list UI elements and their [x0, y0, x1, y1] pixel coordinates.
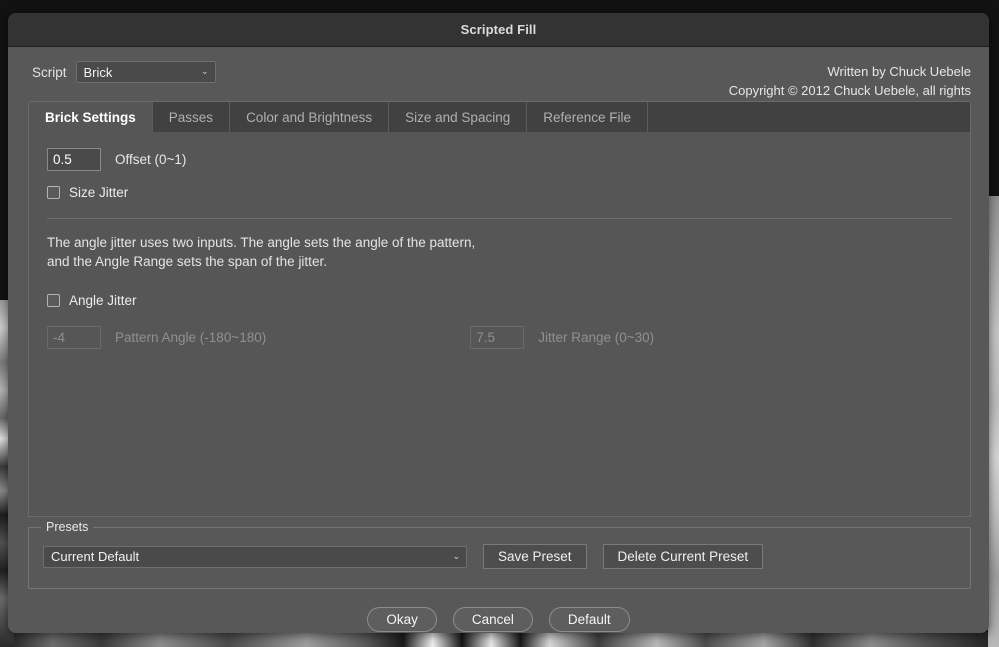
credit-copyright-line: Copyright © 2012 Chuck Uebele, all right…: [729, 81, 971, 100]
tab-size-and-spacing[interactable]: Size and Spacing: [389, 102, 527, 132]
tab-brick-settings[interactable]: Brick Settings: [29, 102, 153, 132]
presets-row: Current Default ⌄ Save Preset Delete Cur…: [43, 544, 956, 569]
angle-inputs-row: Pattern Angle (-180~180) Jitter Range (0…: [47, 326, 952, 349]
section-separator: [47, 218, 952, 219]
brick-settings-panel: Offset (0~1) Size Jitter The angle jitte…: [28, 132, 971, 517]
dialog-title: Scripted Fill: [461, 22, 537, 37]
jitter-range-label: Jitter Range (0~30): [538, 330, 654, 345]
okay-button[interactable]: Okay: [367, 607, 437, 632]
presets-fieldset: Presets Current Default ⌄ Save Preset De…: [28, 527, 971, 589]
jitter-range-group: Jitter Range (0~30): [470, 326, 654, 349]
tab-label: Passes: [169, 110, 213, 125]
script-select-wrapper: Brick ⌄: [76, 61, 216, 83]
save-preset-button[interactable]: Save Preset: [483, 544, 587, 569]
angle-jitter-checkbox[interactable]: [47, 294, 60, 307]
tab-label: Reference File: [543, 110, 631, 125]
pattern-angle-group: Pattern Angle (-180~180): [47, 326, 266, 349]
background-photo-bottom-strip: [14, 632, 988, 647]
tab-label: Color and Brightness: [246, 110, 372, 125]
offset-field-row: Offset (0~1): [47, 148, 952, 171]
offset-input[interactable]: [47, 148, 101, 171]
angle-jitter-row[interactable]: Angle Jitter: [47, 293, 952, 308]
presets-legend: Presets: [41, 520, 93, 534]
jitter-range-input[interactable]: [470, 326, 524, 349]
tab-strip-filler: [648, 102, 970, 132]
script-selector-group: Script Brick ⌄: [32, 61, 216, 83]
preset-select[interactable]: Current Default: [43, 546, 467, 568]
offset-label: Offset (0~1): [115, 152, 186, 167]
pattern-angle-input[interactable]: [47, 326, 101, 349]
default-button[interactable]: Default: [549, 607, 630, 632]
tab-label: Size and Spacing: [405, 110, 510, 125]
background-photo-right-strip: [988, 196, 999, 647]
header-row: Script Brick ⌄ Written by Chuck Uebele C…: [8, 47, 989, 93]
pattern-angle-label: Pattern Angle (-180~180): [115, 330, 266, 345]
tab-color-and-brightness[interactable]: Color and Brightness: [230, 102, 389, 132]
script-label: Script: [32, 65, 67, 80]
angle-jitter-label: Angle Jitter: [69, 293, 137, 308]
size-jitter-checkbox[interactable]: [47, 186, 60, 199]
dialog-body: Script Brick ⌄ Written by Chuck Uebele C…: [8, 47, 989, 633]
delete-current-preset-button[interactable]: Delete Current Preset: [603, 544, 764, 569]
preset-select-wrapper: Current Default ⌄: [43, 546, 467, 568]
angle-jitter-help-text: The angle jitter uses two inputs. The an…: [47, 233, 952, 271]
size-jitter-label: Size Jitter: [69, 185, 128, 200]
cancel-button[interactable]: Cancel: [453, 607, 533, 632]
size-jitter-row[interactable]: Size Jitter: [47, 185, 952, 200]
scripted-fill-dialog: Scripted Fill Script Brick ⌄ Written by …: [8, 13, 989, 633]
tab-reference-file[interactable]: Reference File: [527, 102, 648, 132]
dialog-footer: Okay Cancel Default: [8, 607, 989, 632]
tab-passes[interactable]: Passes: [153, 102, 230, 132]
dialog-titlebar: Scripted Fill: [8, 13, 989, 47]
credit-author-line: Written by Chuck Uebele: [729, 62, 971, 81]
help-line-2: and the Angle Range sets the span of the…: [47, 252, 952, 271]
tab-strip: Brick Settings Passes Color and Brightne…: [28, 101, 971, 132]
help-line-1: The angle jitter uses two inputs. The an…: [47, 233, 952, 252]
tab-label: Brick Settings: [45, 110, 136, 125]
script-select[interactable]: Brick: [76, 61, 216, 83]
credits-block: Written by Chuck Uebele Copyright © 2012…: [729, 61, 971, 100]
